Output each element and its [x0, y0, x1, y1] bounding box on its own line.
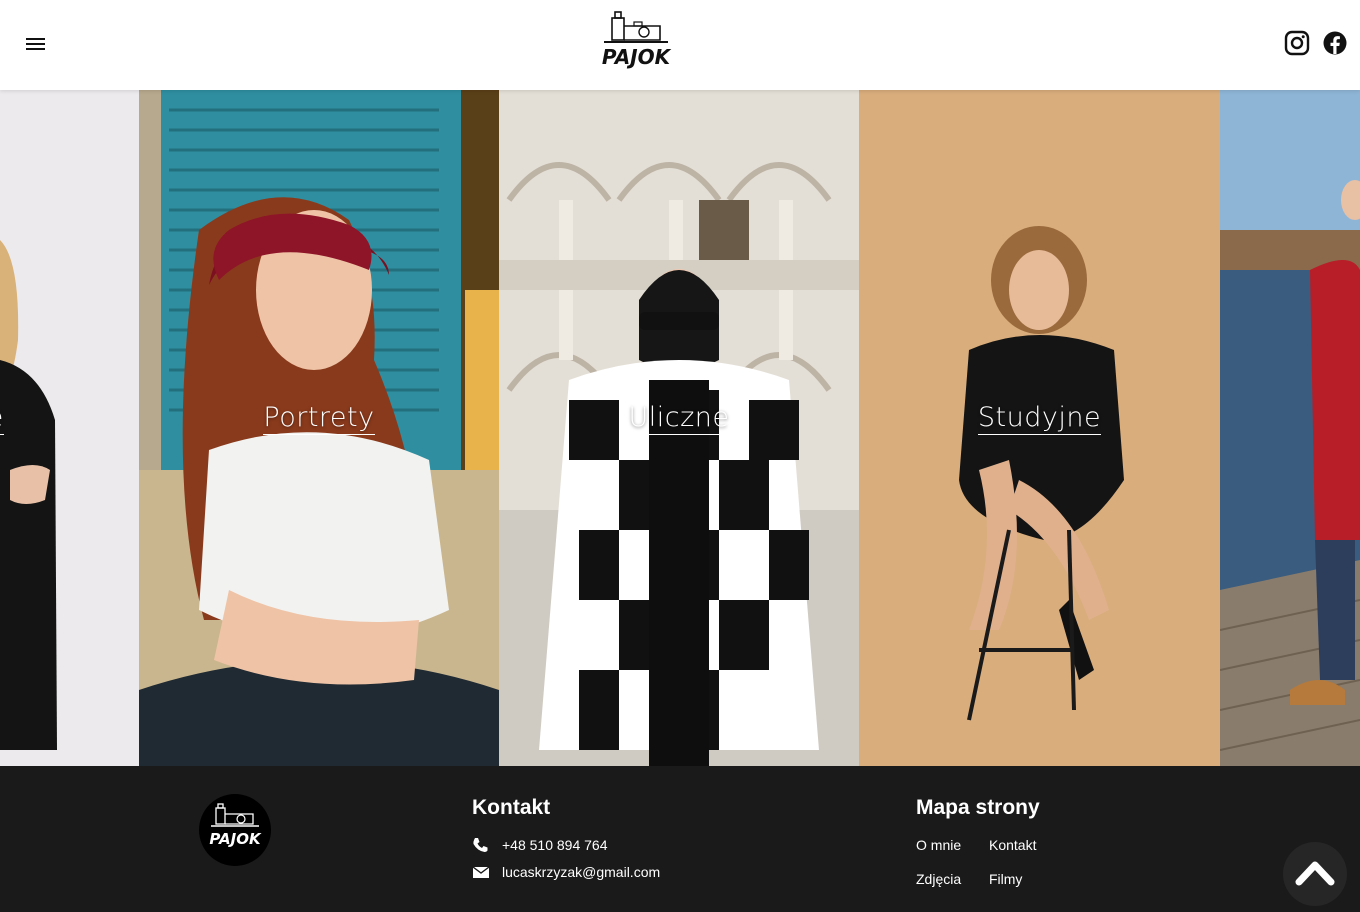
email-address: lucaskrzyzak@gmail.com — [502, 864, 661, 880]
site-logo[interactable]: PAJOK — [598, 8, 672, 72]
sitemap-link-filmy[interactable]: Filmy — [989, 871, 1022, 887]
gallery-panel-5[interactable] — [1220, 90, 1360, 766]
sitemap-link-o-mnie[interactable]: O mnie — [916, 837, 961, 853]
panel-label: we — [0, 402, 103, 435]
chevron-up-icon — [1295, 861, 1335, 886]
outdoor-photo — [1220, 90, 1360, 766]
panel-label: Studyjne — [977, 402, 1102, 435]
footer-logo[interactable]: PAJOK — [199, 794, 271, 866]
gallery-panel-1[interactable]: we — [0, 90, 139, 766]
sitemap-link-kontakt[interactable]: Kontakt — [989, 837, 1036, 853]
contact-phone[interactable]: +48 510 894 764 — [472, 835, 608, 855]
site-footer: PAJOK Kontakt +48 510 894 764 lucaskrzyz… — [0, 766, 1360, 912]
site-header: PAJOK — [0, 0, 1360, 90]
svg-text:PAJOK: PAJOK — [209, 830, 262, 848]
sitemap-heading: Mapa strony — [916, 796, 1040, 819]
svg-text:PAJOK: PAJOK — [602, 45, 672, 69]
mail-icon — [472, 866, 490, 878]
contact-heading: Kontakt — [472, 796, 551, 819]
gallery-panel-uliczne[interactable]: Uliczne — [499, 90, 859, 766]
panel-label: Portrety — [263, 402, 375, 435]
contact-email[interactable]: lucaskrzyzak@gmail.com — [472, 862, 660, 882]
instagram-icon[interactable] — [1284, 30, 1310, 56]
category-gallery: we Por — [0, 90, 1360, 766]
gallery-panel-studyjne[interactable]: Studyjne — [859, 90, 1220, 766]
phone-number: +48 510 894 764 — [502, 837, 608, 853]
sitemap-link-zdjecia[interactable]: Zdjęcia — [916, 871, 961, 887]
panel-label: Uliczne — [628, 402, 730, 435]
gallery-panel-portrety[interactable]: Portrety — [139, 90, 499, 766]
scroll-to-top-button[interactable] — [1283, 842, 1347, 906]
facebook-icon[interactable] — [1322, 30, 1348, 56]
phone-icon — [473, 838, 488, 852]
hamburger-menu-icon[interactable] — [26, 36, 46, 52]
